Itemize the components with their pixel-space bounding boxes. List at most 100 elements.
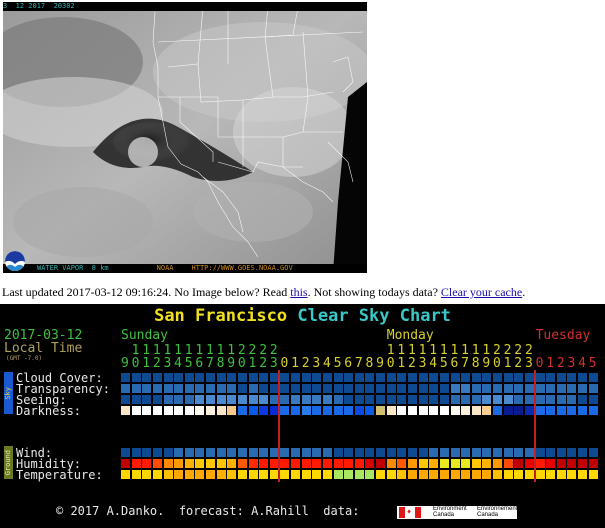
forecast-cell[interactable] (482, 470, 492, 479)
forecast-cell[interactable] (386, 459, 396, 468)
forecast-cell[interactable] (206, 384, 216, 393)
forecast-cell[interactable] (206, 373, 216, 382)
forecast-cell[interactable] (535, 459, 545, 468)
forecast-cell[interactable] (365, 395, 375, 404)
forecast-cell[interactable] (397, 470, 407, 479)
forecast-cell[interactable] (131, 395, 141, 404)
forecast-cell[interactable] (322, 395, 332, 404)
forecast-cell[interactable] (450, 373, 460, 382)
forecast-cell[interactable] (429, 448, 439, 457)
forecast-cell[interactable] (482, 406, 492, 415)
forecast-cell[interactable] (152, 406, 162, 415)
forecast-cell[interactable] (578, 395, 588, 404)
forecast-cell[interactable] (259, 406, 269, 415)
forecast-cell[interactable] (216, 373, 226, 382)
forecast-cell[interactable] (206, 448, 216, 457)
forecast-cell[interactable] (514, 373, 524, 382)
forecast-cell[interactable] (461, 395, 471, 404)
forecast-cell[interactable] (216, 395, 226, 404)
forecast-cell[interactable] (184, 384, 194, 393)
forecast-cell[interactable] (408, 406, 417, 415)
forecast-cell[interactable] (376, 384, 386, 393)
forecast-cell[interactable] (280, 448, 290, 457)
forecast-cell[interactable] (291, 470, 301, 479)
forecast-cell[interactable] (174, 406, 184, 415)
clear-cache-link[interactable]: Clear your cache (441, 285, 522, 299)
forecast-cell[interactable] (248, 448, 258, 457)
forecast-cell[interactable] (248, 470, 258, 479)
forecast-cell[interactable] (386, 406, 396, 415)
forecast-cell[interactable] (503, 384, 513, 393)
forecast-cell[interactable] (578, 384, 588, 393)
forecast-cell[interactable] (439, 384, 449, 393)
forecast-cell[interactable] (301, 384, 311, 393)
forecast-cell[interactable] (312, 395, 322, 404)
forecast-cell[interactable] (333, 459, 343, 468)
forecast-cell[interactable] (514, 448, 524, 457)
forecast-cell[interactable] (195, 459, 205, 468)
forecast-cell[interactable] (344, 459, 354, 468)
forecast-cell[interactable] (354, 395, 364, 404)
forecast-cell[interactable] (216, 470, 226, 479)
forecast-cell[interactable] (206, 406, 216, 415)
forecast-cell[interactable] (216, 459, 226, 468)
forecast-cell[interactable] (248, 373, 258, 382)
forecast-cell[interactable] (429, 384, 439, 393)
forecast-cell[interactable] (280, 395, 290, 404)
forecast-cell[interactable] (556, 448, 566, 457)
forecast-cell[interactable] (514, 470, 524, 479)
forecast-cell[interactable] (397, 373, 407, 382)
forecast-cell[interactable] (535, 384, 545, 393)
forecast-cell[interactable] (397, 459, 407, 468)
forecast-cell[interactable] (535, 406, 545, 415)
forecast-cell[interactable] (461, 470, 471, 479)
forecast-cell[interactable] (408, 459, 417, 468)
forecast-cell[interactable] (493, 470, 503, 479)
forecast-cell[interactable] (131, 448, 141, 457)
forecast-cell[interactable] (227, 448, 237, 457)
forecast-cell[interactable] (386, 470, 396, 479)
forecast-cell[interactable] (546, 459, 556, 468)
forecast-cell[interactable] (195, 373, 205, 382)
forecast-cell[interactable] (418, 395, 428, 404)
forecast-cell[interactable] (291, 406, 301, 415)
forecast-cell[interactable] (301, 395, 311, 404)
forecast-cell[interactable] (471, 384, 481, 393)
forecast-cell[interactable] (450, 384, 460, 393)
forecast-cell[interactable] (376, 395, 386, 404)
forecast-cell[interactable] (578, 470, 588, 479)
forecast-cell[interactable] (259, 448, 269, 457)
forecast-cell[interactable] (482, 395, 492, 404)
forecast-cell[interactable] (535, 395, 545, 404)
forecast-cell[interactable] (333, 448, 343, 457)
forecast-cell[interactable] (184, 470, 194, 479)
forecast-cell[interactable] (195, 470, 205, 479)
forecast-cell[interactable] (418, 448, 428, 457)
forecast-cell[interactable] (450, 470, 460, 479)
forecast-cell[interactable] (482, 448, 492, 457)
forecast-cell[interactable] (322, 406, 332, 415)
forecast-cell[interactable] (344, 406, 354, 415)
forecast-cell[interactable] (556, 395, 566, 404)
forecast-cell[interactable] (301, 448, 311, 457)
forecast-cell[interactable] (567, 395, 577, 404)
forecast-cell[interactable] (471, 373, 481, 382)
forecast-cell[interactable] (227, 459, 237, 468)
forecast-cell[interactable] (567, 384, 577, 393)
forecast-cell[interactable] (312, 448, 322, 457)
forecast-cell[interactable] (471, 448, 481, 457)
forecast-cell[interactable] (439, 395, 449, 404)
forecast-cell[interactable] (131, 406, 141, 415)
forecast-cell[interactable] (237, 395, 247, 404)
forecast-cell[interactable] (418, 406, 428, 415)
forecast-cell[interactable] (546, 406, 556, 415)
forecast-cell[interactable] (386, 448, 396, 457)
forecast-cell[interactable] (471, 470, 481, 479)
forecast-cell[interactable] (354, 459, 364, 468)
forecast-cell[interactable] (131, 470, 141, 479)
forecast-cell[interactable] (121, 448, 130, 457)
forecast-cell[interactable] (556, 373, 566, 382)
forecast-cell[interactable] (174, 373, 184, 382)
forecast-cell[interactable] (429, 406, 439, 415)
forecast-cell[interactable] (503, 459, 513, 468)
